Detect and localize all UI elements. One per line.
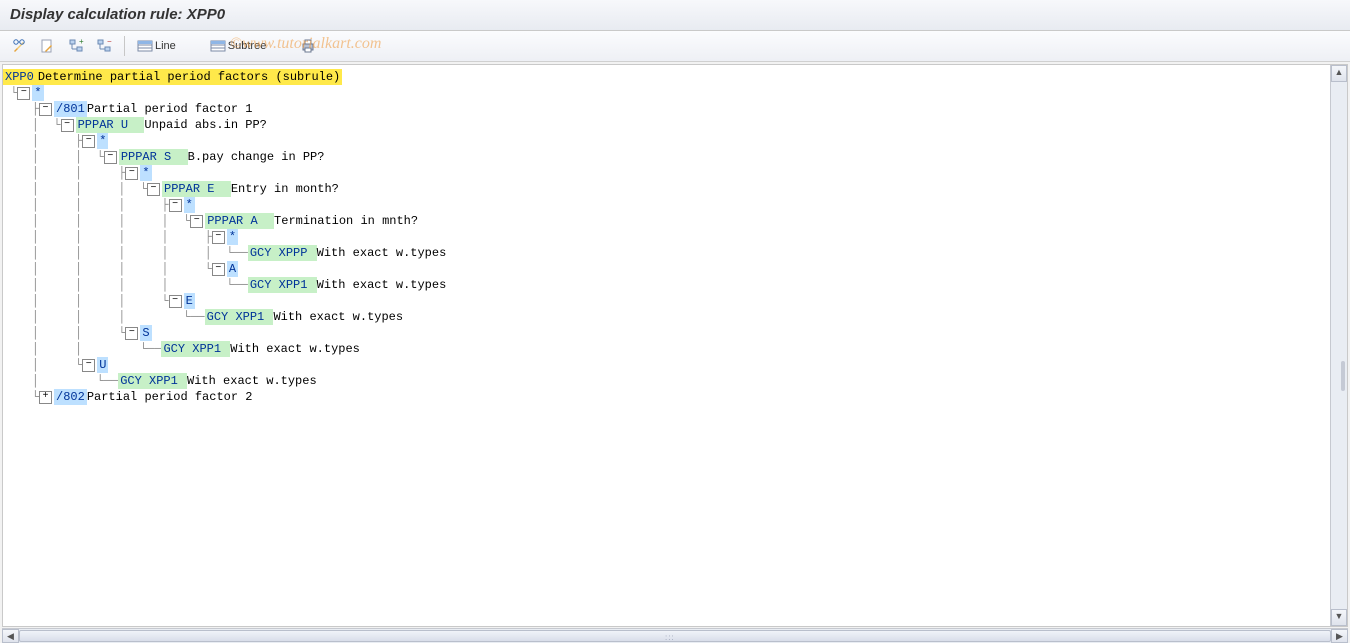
line-button-label: Line [155, 40, 176, 52]
toolbar-separator [124, 36, 125, 56]
toolbar: + − Line Subtree ©www.tutorialkart.com [0, 31, 1350, 62]
hierarchy-expand-icon: + [68, 38, 84, 54]
structure-collapse-button[interactable]: − [92, 35, 116, 57]
edit-button[interactable] [8, 35, 32, 57]
scroll-right-arrow[interactable]: ▶ [1331, 629, 1348, 643]
collapse-icon[interactable]: − [190, 215, 203, 228]
collapse-icon[interactable]: − [212, 263, 225, 276]
horizontal-scrollbar[interactable]: ◀ ::: ▶ [2, 628, 1348, 643]
collapse-icon[interactable]: − [147, 183, 160, 196]
tree-node[interactable]: │ │ │ └− PPPAR E Entry in month? [3, 181, 1331, 197]
tree-node[interactable]: │ │ └− PPPAR S B.pay change in PP? [3, 149, 1331, 165]
subtree-button-label: Subtree [228, 40, 267, 52]
document-edit-icon [40, 38, 56, 54]
collapse-icon[interactable]: − [169, 199, 182, 212]
collapse-icon[interactable]: − [212, 231, 225, 244]
tree-root[interactable]: XPP0 Determine partial period factors (s… [3, 69, 1331, 85]
tree-node[interactable]: └+ /802 Partial period factor 2 [3, 389, 1331, 405]
collapse-icon[interactable]: − [39, 103, 52, 116]
printer-icon [300, 38, 316, 54]
scroll-down-arrow[interactable]: ▼ [1331, 609, 1347, 626]
collapse-icon[interactable]: − [125, 327, 138, 340]
tree-node[interactable]: │ └− PPPAR U Unpaid abs.in PP? [3, 117, 1331, 133]
tree-node[interactable]: │ ├− * [3, 133, 1331, 149]
tree-node[interactable]: │ │ │ └− E [3, 293, 1331, 309]
tree-node[interactable]: │ │ │ │ └── GCY XPP1 With exact w.types [3, 277, 1331, 293]
structure-expand-button[interactable]: + [64, 35, 88, 57]
collapse-icon[interactable]: − [17, 87, 30, 100]
vertical-scrollbar[interactable]: ▲ ▼ [1330, 65, 1347, 626]
pencil-glasses-icon [12, 38, 28, 54]
tree-node[interactable]: ├− /801 Partial period factor 1 [3, 101, 1331, 117]
collapse-icon[interactable]: − [169, 295, 182, 308]
content-area: XPP0 Determine partial period factors (s… [2, 64, 1348, 627]
tree-node[interactable]: │ └− U [3, 357, 1331, 373]
tree-node[interactable]: │ │ │ └── GCY XPP1 With exact w.types [3, 309, 1331, 325]
expand-icon[interactable]: + [39, 391, 52, 404]
hscroll-thumb[interactable]: ::: [19, 630, 1331, 642]
vscroll-track[interactable] [1331, 81, 1347, 610]
print-button[interactable] [296, 35, 320, 57]
collapse-icon[interactable]: − [61, 119, 74, 132]
tree-node[interactable]: │ │ ├− * [3, 165, 1331, 181]
tree-node[interactable]: │ └── GCY XPP1 With exact w.types [3, 373, 1331, 389]
collapse-icon[interactable]: − [104, 151, 117, 164]
scroll-left-arrow[interactable]: ◀ [2, 629, 19, 643]
hierarchy-collapse-icon: − [96, 38, 112, 54]
subtree-button[interactable]: Subtree [206, 35, 271, 57]
table-line-icon [137, 38, 153, 54]
line-button[interactable]: Line [133, 35, 180, 57]
tree-node[interactable]: │ │ │ ├− * [3, 197, 1331, 213]
page-title: Display calculation rule: XPP0 [0, 0, 1350, 31]
tree-node[interactable]: │ │ └− S [3, 325, 1331, 341]
scroll-up-arrow[interactable]: ▲ [1331, 65, 1347, 82]
table-subtree-icon [210, 38, 226, 54]
svg-text:−: − [107, 38, 112, 46]
tree-node[interactable]: │ │ │ │ ├− * [3, 229, 1331, 245]
collapse-icon[interactable]: − [125, 167, 138, 180]
tree-node[interactable]: │ │ │ │ └− PPPAR A Termination in mnth? [3, 213, 1331, 229]
rule-tree[interactable]: XPP0 Determine partial period factors (s… [3, 65, 1331, 626]
svg-text:+: + [79, 38, 84, 46]
tree-node[interactable]: │ │ │ │ │ └── GCY XPPP With exact w.type… [3, 245, 1331, 261]
tree-node[interactable]: │ │ └── GCY XPP1 With exact w.types [3, 341, 1331, 357]
tree-node[interactable]: └− * [3, 85, 1331, 101]
collapse-icon[interactable]: − [82, 135, 95, 148]
hscroll-track[interactable]: ::: [19, 629, 1331, 643]
collapse-icon[interactable]: − [82, 359, 95, 372]
attributes-button[interactable] [36, 35, 60, 57]
tree-node[interactable]: │ │ │ │ └− A [3, 261, 1331, 277]
vscroll-marker [1341, 361, 1345, 391]
